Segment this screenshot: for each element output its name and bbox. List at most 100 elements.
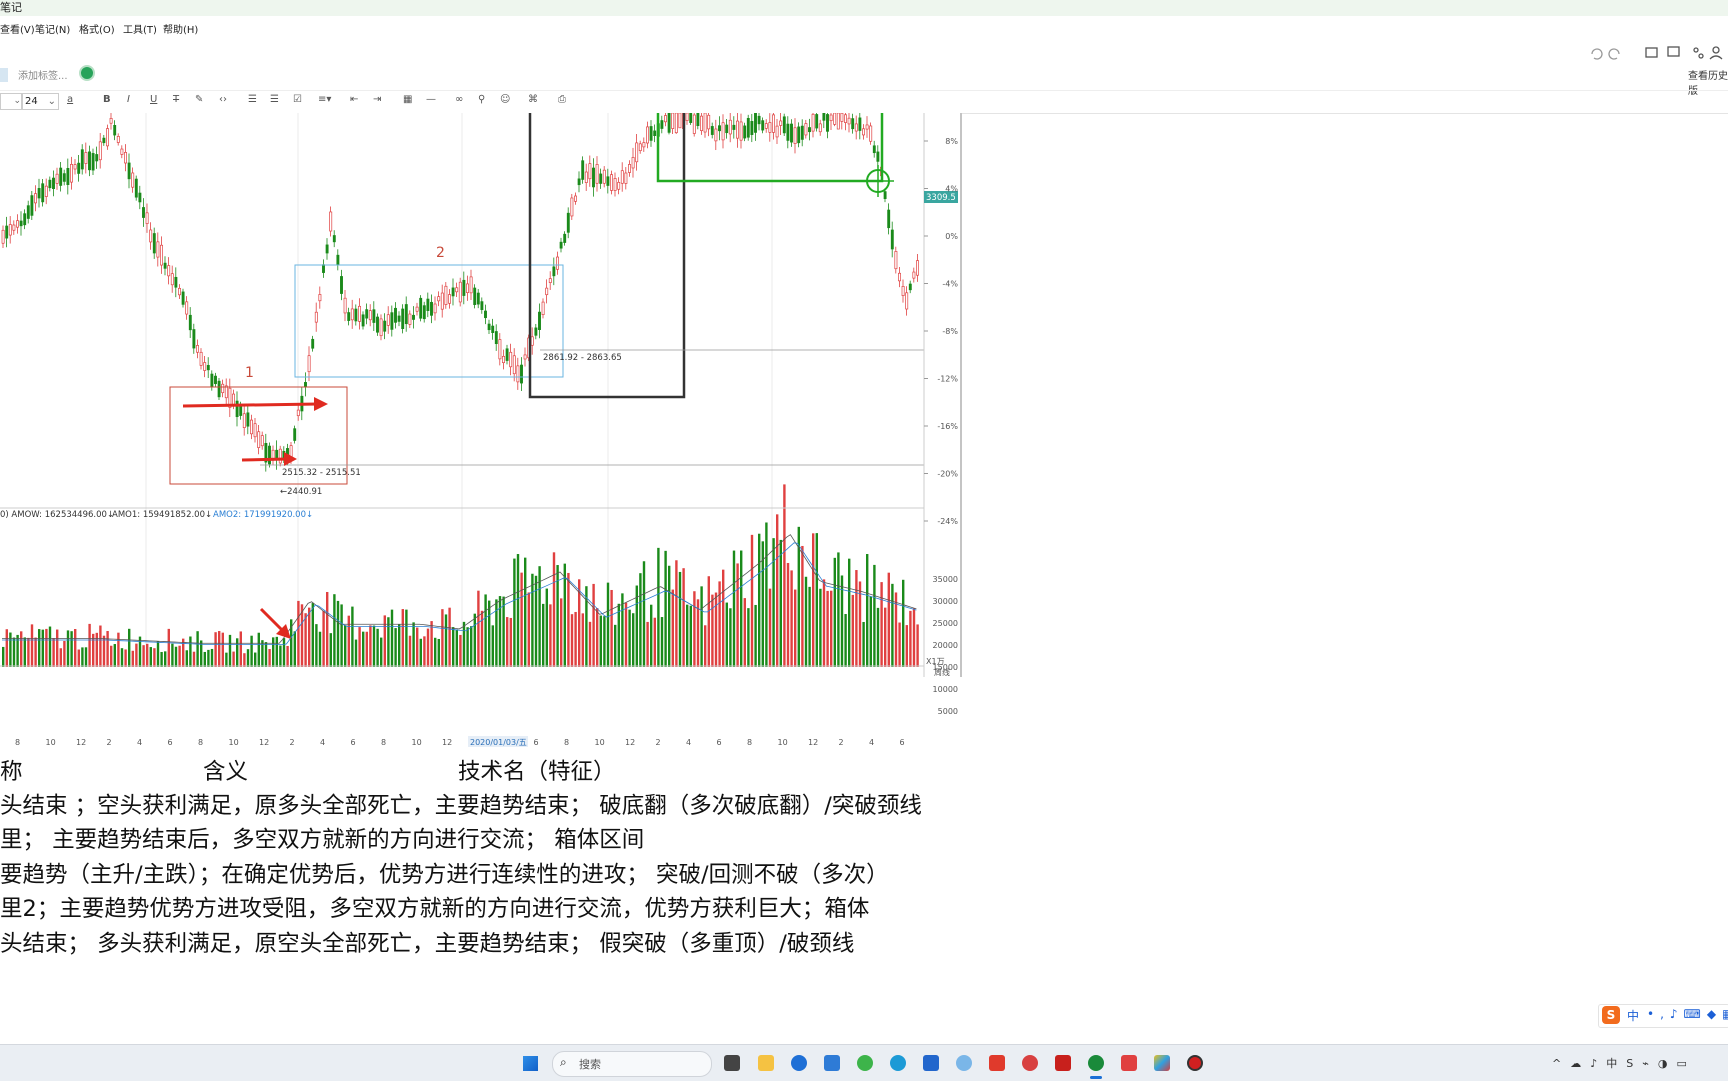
tag-bar: 添加标签... 查看历史版	[0, 62, 1728, 97]
low-price-label: ←2440.91	[280, 487, 322, 497]
app-colorful-icon[interactable]	[1154, 1055, 1170, 1071]
font-family-select[interactable]: ⌄	[0, 93, 22, 110]
task-view-icon[interactable]	[724, 1055, 740, 1071]
x-tick: 2	[107, 738, 112, 747]
system-tray[interactable]: ^☁♪中S⌁◑▭	[1552, 1055, 1696, 1071]
attach-icon[interactable]: ⚲	[478, 94, 485, 105]
legend-amo1: AMO1: 159491852.00↓	[112, 510, 212, 520]
font-color-icon[interactable]: a	[67, 94, 73, 105]
x-tick: 4	[137, 738, 142, 747]
box-2-label: 2	[436, 245, 445, 261]
x-tick: 4	[686, 738, 691, 747]
tag-input[interactable]: 添加标签...	[18, 67, 68, 82]
number-list-icon[interactable]: ☰	[270, 94, 279, 105]
wps-icon[interactable]	[989, 1055, 1005, 1071]
window-title: 笔记	[0, 1, 22, 14]
legend-amo2: AMO2: 171991920.00↓	[213, 510, 313, 520]
menu-help[interactable]: 帮助(H)	[163, 21, 198, 36]
header-technique: 技术名（特征）	[458, 759, 616, 785]
tag-swatch	[0, 68, 8, 82]
print-format-icon[interactable]: ⎙	[558, 94, 566, 105]
active-indicator	[1090, 1076, 1102, 1079]
x-tick: 6	[900, 738, 905, 747]
volume-unit: X1万	[926, 657, 945, 666]
underline-icon[interactable]: U	[150, 94, 157, 105]
menu-format[interactable]: 格式(O)	[79, 21, 115, 36]
menu-note[interactable]: 笔记(N)	[35, 21, 70, 36]
pct-tick: 4%	[945, 185, 958, 194]
x-tick: 12	[808, 738, 818, 747]
menu-tools[interactable]: 工具(T)	[123, 21, 157, 36]
code-icon[interactable]: ‹›	[219, 94, 227, 105]
x-tick: 4	[869, 738, 874, 747]
legend-amow: 0) AMOW: 162534496.00↓	[0, 510, 114, 520]
strikethrough-icon[interactable]: T	[173, 94, 179, 105]
x-tick: 12	[442, 738, 452, 747]
clear-format-icon[interactable]: ⌘	[528, 94, 538, 105]
pct-tick: -16%	[937, 422, 958, 431]
x-tick: 6	[351, 738, 356, 747]
x-tick: 10	[412, 738, 422, 747]
font-size-value: 24	[25, 96, 38, 107]
ime-toolbar[interactable]: S 中 •,♪⌨◆▦	[1598, 1004, 1728, 1028]
taskbar: ⌕ 搜索 ^☁♪中S⌁◑▭	[0, 1044, 1728, 1081]
app-blue-icon[interactable]	[791, 1055, 807, 1071]
volume-tick: 20000	[933, 641, 958, 650]
highlight-icon[interactable]: ✎	[195, 94, 203, 105]
checklist-icon[interactable]: ☑	[293, 94, 302, 105]
tag-add-icon[interactable]	[79, 65, 95, 81]
x-tick: 10	[595, 738, 605, 747]
store-icon[interactable]	[824, 1055, 840, 1071]
ime-mode[interactable]: 中	[1627, 1007, 1639, 1024]
sogou-logo: S	[1602, 1006, 1620, 1024]
user-icon[interactable]	[1712, 46, 1720, 54]
x-tick: 10	[229, 738, 239, 747]
pct-tick: 0%	[945, 232, 958, 241]
ime-tools-icon[interactable]: •,♪⌨◆▦	[1647, 1007, 1728, 1021]
app-red-f-icon[interactable]	[1055, 1055, 1071, 1071]
volume-tick: 35000	[933, 575, 958, 584]
box-1-label: 1	[245, 365, 254, 381]
period-label: 周线	[934, 667, 950, 677]
present-icon[interactable]	[1667, 46, 1680, 57]
pct-tick: 8%	[945, 137, 958, 146]
header-meaning: 含义	[203, 759, 249, 785]
share-icon[interactable]	[1693, 47, 1699, 53]
start-button[interactable]	[523, 1056, 538, 1071]
indent-icon[interactable]: ⇥	[373, 94, 381, 105]
header-name: 称	[0, 759, 23, 785]
table-icon[interactable]: ▦	[403, 94, 412, 105]
file-explorer-icon[interactable]	[758, 1055, 774, 1071]
bold-icon[interactable]: B	[103, 94, 111, 105]
app-bookmark-icon[interactable]	[923, 1055, 939, 1071]
x-tick: 12	[625, 738, 635, 747]
date-label: 2020/01/03/五	[470, 738, 527, 747]
record-icon[interactable]	[1187, 1055, 1203, 1071]
link-icon[interactable]: ∞	[455, 94, 463, 105]
pct-tick: -8%	[942, 327, 958, 336]
bullet-list-icon[interactable]: ☰	[248, 94, 257, 105]
font-size-select[interactable]: 24 ⌄	[22, 93, 59, 110]
note-line-5: 头结束； 多头获利满足，原空头全部死亡，主要趋势结束； 假突破（多重顶）/破颈线	[0, 931, 855, 957]
browser-green-icon[interactable]	[857, 1055, 873, 1071]
volume-tick: 10000	[933, 685, 958, 694]
menu-bar: 查看(V) 笔记(N) 格式(O) 工具(T) 帮助(H)	[0, 16, 1728, 38]
menu-view[interactable]: 查看(V)	[0, 21, 35, 36]
divider-icon[interactable]: —	[426, 94, 436, 105]
edge-icon[interactable]	[890, 1055, 906, 1071]
pct-tick: -12%	[937, 375, 958, 384]
app-speed-icon[interactable]	[1022, 1055, 1038, 1071]
emoji-icon[interactable]: ☺	[500, 94, 510, 105]
italic-icon[interactable]: I	[127, 94, 130, 105]
align-icon[interactable]: ≡▾	[318, 94, 331, 105]
print-icon[interactable]	[1645, 47, 1658, 58]
app-flower-icon[interactable]	[956, 1055, 972, 1071]
outdent-icon[interactable]: ⇤	[350, 94, 358, 105]
app-notes-icon[interactable]	[1121, 1055, 1137, 1071]
x-tick: 8	[15, 738, 20, 747]
app-active-green-icon[interactable]	[1088, 1055, 1104, 1071]
taskbar-search[interactable]: ⌕ 搜索	[552, 1051, 712, 1077]
redo-icon[interactable]	[1608, 48, 1620, 60]
x-tick: 6	[717, 738, 722, 747]
undo-icon[interactable]	[1591, 48, 1603, 60]
